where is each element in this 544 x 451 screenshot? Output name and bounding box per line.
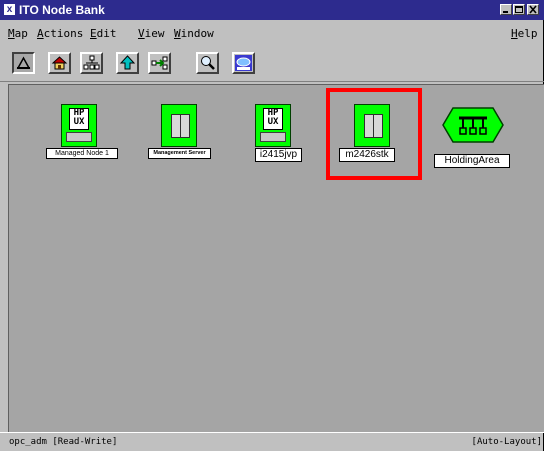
close-icon[interactable] <box>527 4 539 15</box>
menu-edit-mnemonic: E <box>90 27 97 40</box>
hpux-workstation-icon[interactable]: HP UX <box>255 104 291 147</box>
menu-bar: Map Actions Edit View Window Help <box>0 21 544 47</box>
select-button[interactable] <box>12 52 35 74</box>
menu-actions-label: ctions <box>43 27 84 40</box>
menu-window[interactable]: Window <box>174 27 214 41</box>
menu-edit-label: dit <box>96 27 117 40</box>
node-label[interactable]: i2415jvp <box>255 148 302 162</box>
minimize-icon[interactable] <box>500 4 512 15</box>
menu-window-mnemonic: W <box>174 27 181 40</box>
node-label[interactable]: Management Server <box>148 148 211 159</box>
hpux-logo-ux: UX <box>73 117 85 127</box>
window-title: ITO Node Bank <box>19 3 105 17</box>
up-icon <box>119 55 136 70</box>
toolbar <box>0 48 544 82</box>
menu-window-label: indow <box>180 27 214 40</box>
home-button[interactable] <box>48 52 71 74</box>
server-icon[interactable] <box>161 104 197 147</box>
menu-help[interactable]: Help <box>511 27 538 41</box>
menu-actions[interactable]: Actions <box>37 27 83 41</box>
connect-icon <box>151 56 168 70</box>
workstation-base <box>66 132 92 142</box>
find-button[interactable] <box>196 52 219 74</box>
menu-help-mnemonic: H <box>511 27 518 40</box>
map-canvas[interactable]: HP UX Managed Node 1 Management Server HP… <box>8 84 544 432</box>
menu-actions-mnemonic: A <box>37 27 44 40</box>
home-icon <box>51 56 68 70</box>
menu-map[interactable]: Map <box>8 27 28 41</box>
menu-view-mnemonic: V <box>138 27 145 40</box>
status-layout-mode: [Auto-Layout] <box>471 437 542 447</box>
hp-openview-icon <box>235 55 252 71</box>
connect-button[interactable] <box>148 52 171 74</box>
hpux-logo: HP UX <box>263 108 283 130</box>
workstation-base <box>260 132 286 142</box>
title-bar[interactable]: x ITO Node Bank <box>0 0 544 20</box>
node-label[interactable]: Managed Node 1 <box>46 148 118 159</box>
status-bar: opc_adm [Read-Write] [Auto-Layout] <box>0 432 544 451</box>
select-icon <box>16 56 31 69</box>
menu-view[interactable]: View <box>138 27 165 41</box>
hierarchy-icon <box>83 55 100 70</box>
status-user-mode: opc_adm [Read-Write] <box>9 437 118 447</box>
hp-openview-button[interactable] <box>232 52 255 74</box>
menu-help-label: elp <box>517 27 538 40</box>
menu-map-label: ap <box>14 27 28 40</box>
server-cabinet <box>171 114 190 138</box>
search-icon <box>201 56 215 70</box>
menu-view-label: iew <box>144 27 165 40</box>
hpux-logo-ux: UX <box>267 117 279 127</box>
menu-edit[interactable]: Edit <box>90 27 117 41</box>
selection-highlight <box>326 88 422 180</box>
up-level-button[interactable] <box>116 52 139 74</box>
window: x ITO Node Bank Map Actions Edit View Wi… <box>0 0 544 451</box>
window-menu-icon[interactable]: x <box>4 4 15 15</box>
holding-area-icon[interactable] <box>441 106 505 146</box>
hpux-workstation-icon[interactable]: HP UX <box>61 104 97 147</box>
menu-map-mnemonic: M <box>8 27 15 40</box>
hpux-logo: HP UX <box>69 108 89 130</box>
maximize-icon[interactable] <box>513 4 525 15</box>
hierarchy-button[interactable] <box>80 52 103 74</box>
node-label[interactable]: HoldingArea <box>434 154 510 168</box>
